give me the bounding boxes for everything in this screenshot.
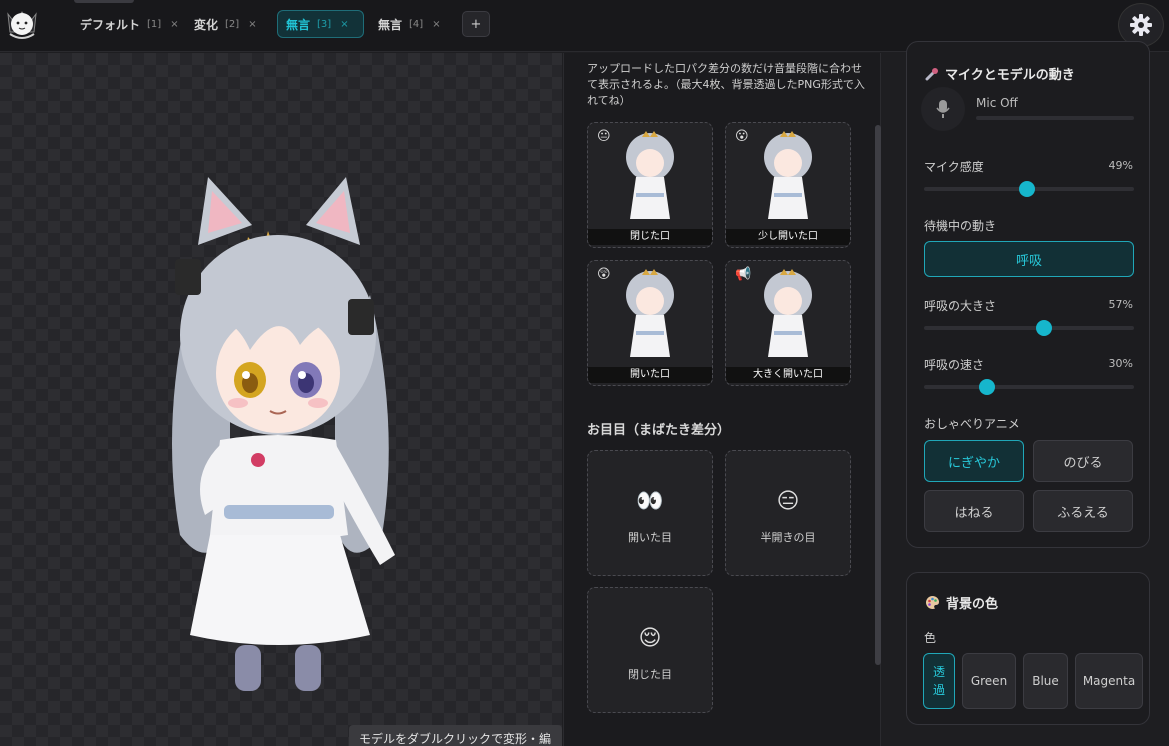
mouth-description: アップロードした口パク差分の数だけ音量段階に合わせて表示されるよ。（最大4枚、背… (587, 62, 865, 107)
talk-anim-stretch-button[interactable]: のびる (1033, 440, 1133, 482)
bg-blue-button[interactable]: Blue (1023, 653, 1068, 709)
mouth-card-label: 開いた口 (588, 367, 712, 383)
talk-anim-label: おしゃべりアニメ (924, 417, 1020, 431)
eyes-icon: 👀 (636, 489, 664, 514)
mouth-emoji: 😲 (597, 267, 611, 282)
bg-magenta-button[interactable]: Magenta (1075, 653, 1143, 709)
bg-color-label: 色 (924, 631, 937, 645)
tab-number: [3] (317, 18, 332, 30)
eye-card-closed[interactable]: 😌 閉じた目 (587, 587, 713, 713)
eye-card-label: 閉じた目 (628, 668, 672, 681)
eye-card-label: 半開きの目 (760, 531, 816, 544)
mouth-preview-image (626, 269, 674, 357)
tab-silent-3[interactable]: 無言 [3] × (277, 10, 364, 38)
background-color-panel: 背景の色 色 透過 Green Blue Magenta (906, 572, 1150, 725)
bg-transparent-button[interactable]: 透過 (923, 653, 955, 709)
breath-speed-slider[interactable] (924, 379, 1134, 395)
megaphone-icon: 📢 (735, 267, 752, 282)
mouth-emoji: 😐 (597, 129, 611, 144)
mouth-card-label: 大きく開いた口 (726, 367, 850, 383)
sensitivity-slider[interactable] (924, 181, 1134, 197)
breath-speed-label: 呼吸の速さ (924, 358, 985, 372)
tab-label: 変化 (194, 17, 219, 32)
slider-knob[interactable] (979, 379, 995, 395)
model-canvas[interactable]: モデルをダブルクリックで変形・編集 (0, 53, 562, 746)
expressionless-face-icon: 😑 (776, 489, 800, 514)
mouth-card-label: 少し開いた口 (726, 229, 850, 245)
tab-number: [2] (225, 18, 240, 30)
eye-card-open[interactable]: 👀 開いた目 (587, 450, 713, 576)
tab-label: 無言 (286, 17, 311, 32)
sensitivity-label: マイク感度 (924, 160, 984, 174)
bg-panel-title: 背景の色 (925, 593, 998, 612)
tab-close-icon[interactable]: × (170, 19, 178, 30)
mouth-card-slightly-open[interactable]: 😮 少し開いた口 (725, 122, 851, 248)
mic-toggle-button[interactable] (921, 87, 965, 131)
canvas-hint: モデルをダブルクリックで変形・編集 (349, 725, 562, 746)
mouth-preview-image (764, 131, 812, 219)
breath-speed-value: 30% (1108, 357, 1133, 370)
tab-label: デフォルト (80, 17, 141, 32)
top-indicator (74, 0, 134, 3)
bg-transparent-label: 透過 (932, 665, 945, 697)
bg-green-button[interactable]: Green (962, 653, 1016, 709)
slider-knob[interactable] (1035, 320, 1052, 336)
eye-card-label: 開いた目 (628, 531, 672, 544)
avatar-model[interactable] (150, 175, 410, 705)
tab-close-icon[interactable]: × (340, 19, 348, 30)
microphone-icon (925, 67, 938, 80)
tab-label: 無言 (378, 17, 403, 32)
mic-status: Mic Off (976, 96, 1018, 110)
mic-level-meter (976, 116, 1134, 120)
tab-number: [4] (409, 18, 424, 30)
eye-card-half[interactable]: 😑 半開きの目 (725, 450, 851, 576)
tab-change[interactable]: 変化 [2] × (186, 10, 265, 38)
tab-close-icon[interactable]: × (432, 19, 440, 30)
breath-size-label: 呼吸の大きさ (924, 299, 997, 313)
mouth-card-wide-open[interactable]: 📢 大きく開いた口 (725, 260, 851, 386)
breath-size-slider[interactable] (924, 320, 1134, 336)
mic-panel-title: マイクとモデルの動き (925, 64, 1075, 83)
tab-default[interactable]: デフォルト [1] × (72, 10, 187, 38)
tab-number: [1] (147, 18, 162, 30)
mouth-card-label: 閉じた口 (588, 229, 712, 245)
scrollbar-thumb[interactable] (875, 125, 881, 665)
gear-icon (1130, 14, 1152, 36)
mouth-card-open[interactable]: 😲 開いた口 (587, 260, 713, 386)
slider-knob[interactable] (1018, 181, 1035, 197)
talk-anim-shake-button[interactable]: ふるえる (1033, 490, 1133, 532)
idle-breath-button[interactable]: 呼吸 (924, 241, 1134, 277)
tab-silent-4[interactable]: 無言 [4] × (370, 10, 449, 38)
talk-anim-bounce-button[interactable]: はねる (924, 490, 1024, 532)
tab-close-icon[interactable]: × (248, 19, 256, 30)
app-logo-icon[interactable] (2, 4, 42, 44)
relieved-face-icon: 😌 (638, 626, 662, 651)
idle-motion-label: 待機中の動き (924, 219, 997, 233)
talk-anim-lively-button[interactable]: にぎやか (924, 440, 1024, 482)
add-tab-button[interactable]: + (462, 11, 490, 37)
mouth-preview-image (764, 269, 812, 357)
eyes-section-title: お目目（まばたき差分） (587, 423, 731, 438)
breath-size-value: 57% (1108, 298, 1133, 311)
mouth-card-closed[interactable]: 😐 閉じた口 (587, 122, 713, 248)
palette-icon (926, 596, 939, 609)
mic-motion-panel: マイクとモデルの動き Mic Off マイク感度 49% 待機中の動き 呼吸 呼… (906, 41, 1150, 548)
mic-panel-title-text: マイクとモデルの動き (945, 68, 1075, 83)
microphone-icon (936, 100, 950, 118)
bg-panel-title-text: 背景の色 (946, 597, 999, 612)
parts-panel: アップロードした口パク差分の数だけ音量段階に合わせて表示されるよ。（最大4枚、背… (563, 53, 881, 746)
sensitivity-value: 49% (1108, 159, 1133, 172)
mouth-preview-image (626, 131, 674, 219)
mouth-emoji: 😮 (735, 129, 749, 144)
